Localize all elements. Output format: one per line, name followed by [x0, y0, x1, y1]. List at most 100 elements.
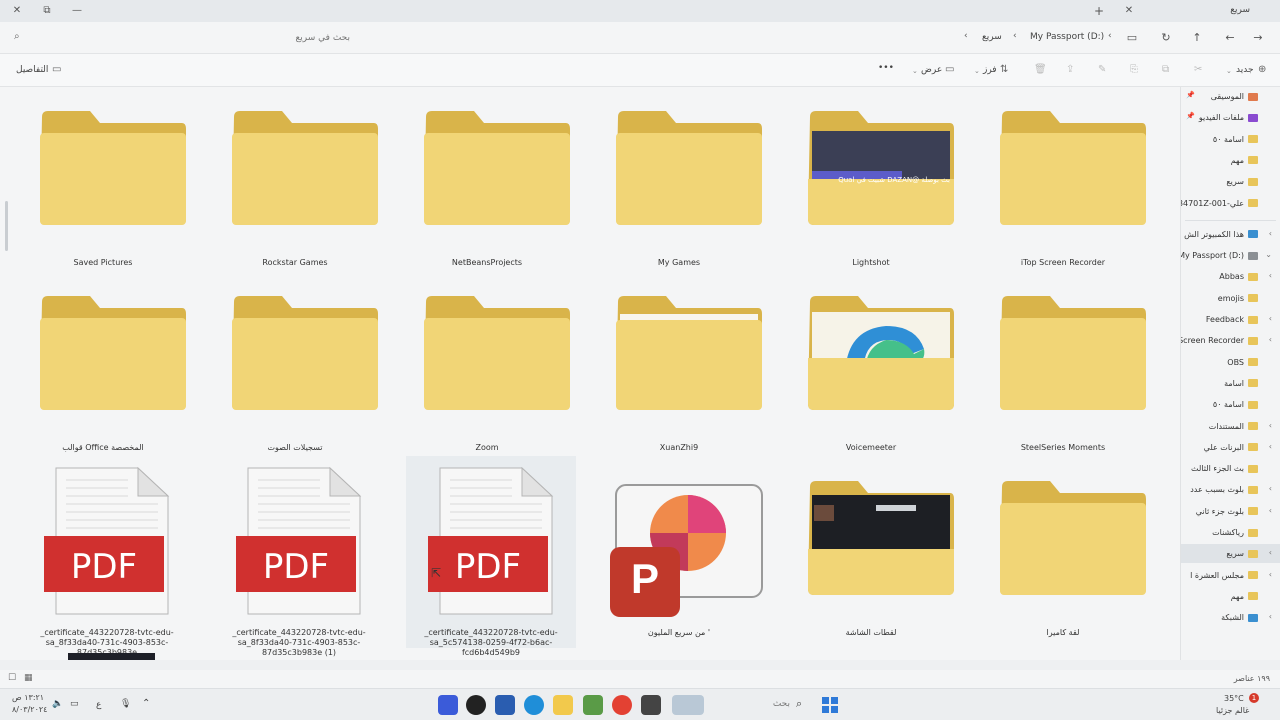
- more-options-button[interactable]: •••: [878, 63, 894, 73]
- delete-icon[interactable]: 🗑: [1034, 64, 1047, 75]
- tab-title[interactable]: سريع: [1230, 5, 1250, 15]
- sidebar-item-quick[interactable]: اسامة ٥٠: [1181, 130, 1280, 149]
- folder-tile[interactable]: بث بوصلة @DAZAN شبيت في Qual Lightshot: [786, 101, 956, 286]
- windows-start-icon[interactable]: [822, 697, 838, 713]
- sidebar-item-folder[interactable]: اسامة ٥٠: [1181, 395, 1280, 414]
- search-icon[interactable]: ⌕: [796, 697, 802, 711]
- folder-tile[interactable]: NetBeansProjects: [402, 101, 572, 286]
- sidebar-item-quick[interactable]: 📌 الموسيقى: [1181, 87, 1280, 106]
- tab-close-button[interactable]: ✕: [1122, 4, 1136, 18]
- new-button[interactable]: جديد: [1236, 65, 1254, 75]
- store-icon[interactable]: [495, 695, 515, 715]
- weather-desc[interactable]: غالم جزئيا: [1216, 706, 1249, 715]
- folder-tile[interactable]: XuanZhi9: [594, 286, 764, 471]
- game-icon[interactable]: [583, 695, 603, 715]
- sidebar-item-folder[interactable]: OBS: [1181, 353, 1280, 372]
- minimize-window-button[interactable]: —: [70, 4, 84, 18]
- chrome-icon[interactable]: [612, 695, 632, 715]
- sidebar-item-folder[interactable]: › Feedback: [1181, 310, 1280, 329]
- sidebar-item-folder[interactable]: اسامة: [1181, 374, 1280, 393]
- search-input[interactable]: [30, 27, 350, 49]
- refresh-button[interactable]: ↻: [1158, 30, 1174, 46]
- app-icon-obs[interactable]: [466, 695, 486, 715]
- folder-tile[interactable]: لقة كاميرا: [978, 471, 1148, 656]
- folder-tile[interactable]: iTop Screen Recorder: [978, 101, 1148, 286]
- edge-icon[interactable]: [524, 695, 544, 715]
- sort-button[interactable]: فرز: [983, 65, 997, 75]
- sidebar-item-folder[interactable]: رياكشنات: [1181, 523, 1280, 542]
- pdf-file-tile[interactable]: PDF _certificate_443220728-tvtc-edu-sa_8…: [214, 456, 384, 657]
- image-thumbnail[interactable]: [68, 653, 155, 660]
- app-icon-blue[interactable]: [438, 695, 458, 715]
- back-button[interactable]: →: [1250, 30, 1266, 46]
- sidebar-item-folder[interactable]: › بلوث جزء ثاني: [1181, 502, 1280, 521]
- folder-tile[interactable]: SteelSeries Moments: [978, 286, 1148, 471]
- cut-icon[interactable]: ✂: [1194, 64, 1202, 75]
- sidebar-item-folder[interactable]: › سريع: [1181, 544, 1280, 564]
- clock-time[interactable]: ١٣:٢١ ص: [12, 693, 44, 702]
- volume-icon[interactable]: 🔈: [52, 699, 63, 709]
- copy-icon[interactable]: ⧉: [1162, 64, 1169, 75]
- folder-tile[interactable]: Zoom: [402, 286, 572, 471]
- sidebar-item-quick[interactable]: علي-001-84701Z: [1181, 194, 1280, 213]
- folder-tile[interactable]: قوالب Office المخصصة: [18, 286, 188, 471]
- sidebar-item-quick[interactable]: مهم: [1181, 151, 1280, 170]
- app-icon-dark[interactable]: [641, 695, 661, 715]
- sidebar-item-this-pc[interactable]: › هذا الكمبيوتر الش: [1181, 225, 1280, 244]
- monitor-icon[interactable]: ▭: [1124, 30, 1140, 46]
- sidebar-item-folder[interactable]: › بلوث بسبب عدد: [1181, 480, 1280, 499]
- network-icon[interactable]: ▭: [70, 699, 79, 709]
- forward-button[interactable]: ←: [1222, 30, 1238, 46]
- file-explorer-icon[interactable]: [553, 695, 573, 715]
- chevron-icon[interactable]: ›: [1269, 314, 1272, 323]
- chevron-icon[interactable]: ›: [1269, 442, 1272, 451]
- sidebar-item-network[interactable]: › الشبكة: [1181, 608, 1280, 627]
- language-indicator[interactable]: ع: [96, 700, 101, 710]
- folder-tile[interactable]: Rockstar Games: [210, 101, 380, 286]
- sidebar-item-folder[interactable]: › البرنات علي: [1181, 438, 1280, 457]
- sidebar-item-folder[interactable]: بث الجزء الثالث: [1181, 459, 1280, 478]
- folder-tile[interactable]: Voicemeeter: [786, 286, 956, 471]
- list-view-icon[interactable]: ☐: [8, 673, 16, 683]
- sidebar-item-folder[interactable]: مهم: [1181, 587, 1280, 606]
- grid-view-icon[interactable]: ▦: [24, 673, 33, 683]
- close-window-button[interactable]: ✕: [10, 4, 24, 18]
- share-icon[interactable]: ⇪: [1066, 64, 1074, 75]
- clock-date[interactable]: ٨/٠٣/٢٠٢٤: [12, 705, 47, 714]
- restore-window-button[interactable]: ⧉: [40, 4, 54, 18]
- chevron-icon[interactable]: ›: [1269, 421, 1272, 430]
- chevron-icon[interactable]: ›: [1269, 506, 1272, 515]
- breadcrumb-current[interactable]: سريع: [982, 32, 1002, 42]
- microphone-icon[interactable]: 🎙: [120, 699, 131, 709]
- details-button[interactable]: التفاصيل: [16, 65, 48, 75]
- paste-icon[interactable]: ⎘: [1130, 64, 1138, 75]
- sidebar-item-folder[interactable]: emojis: [1181, 289, 1280, 308]
- chevron-icon[interactable]: ›: [1269, 229, 1272, 238]
- folder-tile[interactable]: تسجيلات الصوت: [210, 286, 380, 471]
- chevron-icon[interactable]: ›: [1269, 271, 1272, 280]
- weather-temp[interactable]: 35°C: [1224, 694, 1244, 703]
- sidebar-item-folder[interactable]: › مجلس العشرة ا: [1181, 566, 1280, 585]
- chevron-icon[interactable]: ⌄: [1265, 250, 1272, 259]
- powerpoint-file-tile[interactable]: P من سريع المليون ': [594, 471, 764, 656]
- scrollbar-thumb[interactable]: [5, 201, 8, 251]
- chevron-up-icon[interactable]: ⌃: [142, 698, 150, 709]
- pdf-file-tile[interactable]: PDF _certificate_443220728-tvtc-edu-sa_5…: [406, 456, 576, 657]
- chevron-icon[interactable]: ›: [1269, 548, 1272, 557]
- sidebar-item-drive[interactable]: ⌄ My Passport (D:): [1181, 246, 1280, 265]
- chevron-icon[interactable]: ›: [1269, 335, 1272, 344]
- rename-icon[interactable]: ✎: [1098, 64, 1106, 75]
- folder-tile[interactable]: My Games: [594, 101, 764, 286]
- pdf-file-tile[interactable]: PDF _certificate_443220728-tvtc-edu-sa_8…: [22, 456, 192, 657]
- chevron-icon[interactable]: ›: [1269, 484, 1272, 493]
- chevron-icon[interactable]: ›: [1269, 612, 1272, 621]
- folder-tile[interactable]: Saved Pictures: [18, 101, 188, 286]
- chevron-icon[interactable]: ›: [1269, 570, 1272, 579]
- sidebar-item-folder[interactable]: › Abbas: [1181, 267, 1280, 286]
- sidebar-item-quick[interactable]: سريع: [1181, 172, 1280, 191]
- app-icon-group[interactable]: [672, 695, 704, 715]
- sidebar-item-folder[interactable]: › Screen Recorder: [1181, 331, 1280, 350]
- folder-tile[interactable]: لقطات الشاشة: [786, 471, 956, 656]
- sidebar-item-quick[interactable]: 📌 ملفات الفيديو: [1181, 108, 1280, 127]
- sidebar-item-folder[interactable]: › المستندات: [1181, 417, 1280, 436]
